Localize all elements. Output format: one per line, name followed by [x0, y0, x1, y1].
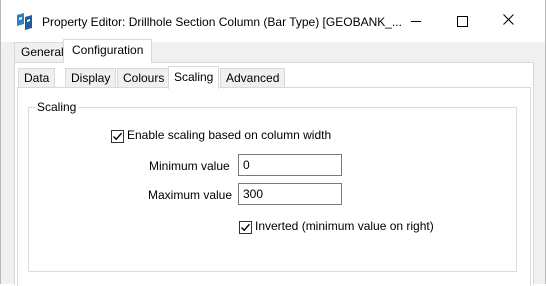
- maximize-button[interactable]: [439, 0, 485, 42]
- inverted-checkbox[interactable]: [239, 221, 252, 234]
- inverted-label[interactable]: Inverted (minimum value on right): [255, 219, 434, 233]
- close-button[interactable]: [485, 0, 531, 42]
- property-editor-window: Property Editor: Drillhole Section Colum…: [0, 0, 546, 286]
- configuration-panel: Data Display Colours Scaling Advanced Sc…: [14, 62, 534, 286]
- tab-colours[interactable]: Colours: [117, 68, 171, 88]
- scaling-group: Scaling Enable scaling based on column w…: [28, 100, 517, 272]
- tab-advanced[interactable]: Advanced: [220, 68, 286, 88]
- tab-data[interactable]: Data: [18, 68, 56, 88]
- property-editor-app-icon: [15, 12, 35, 32]
- maximum-value-label: Maximum value: [148, 188, 233, 202]
- checkmark-icon: [241, 223, 251, 232]
- tab-scaling[interactable]: Scaling: [168, 66, 220, 89]
- outer-tab-strip: General Configuration: [1, 39, 545, 63]
- maximize-icon: [456, 15, 468, 27]
- title-bar[interactable]: Property Editor: Drillhole Section Colum…: [1, 0, 545, 42]
- enable-scaling-label[interactable]: Enable scaling based on column width: [127, 128, 331, 142]
- close-icon: [502, 14, 514, 28]
- maximum-value-input[interactable]: [238, 183, 342, 205]
- minimize-button[interactable]: [393, 0, 439, 42]
- enable-scaling-checkbox[interactable]: [111, 130, 124, 143]
- tab-display[interactable]: Display: [65, 68, 117, 88]
- minimum-value-input[interactable]: [238, 154, 342, 176]
- window-title: Property Editor: Drillhole Section Colum…: [42, 15, 402, 29]
- scaling-panel: Scaling Enable scaling based on column w…: [17, 87, 531, 286]
- minimize-icon: [411, 20, 421, 22]
- tab-configuration[interactable]: Configuration: [63, 39, 153, 63]
- checkmark-icon: [113, 132, 123, 141]
- minimum-value-label: Minimum value: [149, 159, 230, 173]
- scaling-group-label: Scaling: [35, 100, 79, 114]
